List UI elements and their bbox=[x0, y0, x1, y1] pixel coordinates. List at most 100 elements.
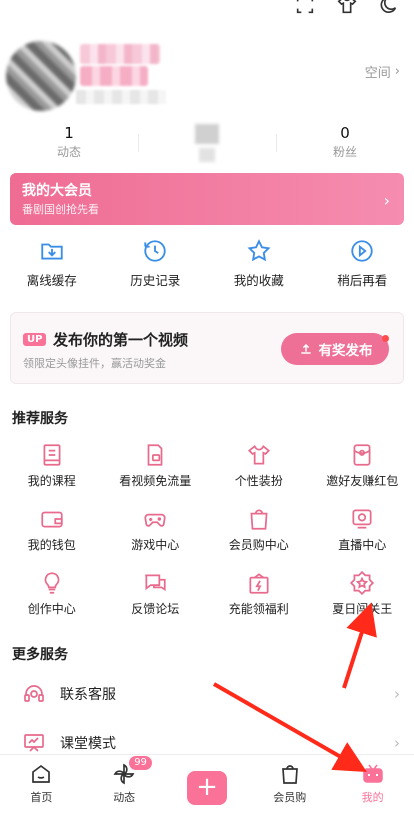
service-mall-center[interactable]: 会员购中心 bbox=[207, 502, 311, 566]
service-label: 个性装扮 bbox=[234, 474, 283, 488]
service-label: 我的课程 bbox=[27, 474, 76, 488]
stat-following[interactable] bbox=[138, 124, 276, 164]
stat-label: 动态 bbox=[56, 145, 81, 159]
quick-history[interactable]: 历史记录 bbox=[104, 238, 208, 294]
gamepad-icon bbox=[144, 513, 166, 527]
reward-publish-label: 有奖发布 bbox=[318, 343, 373, 359]
vip-tag-blurred bbox=[80, 66, 148, 86]
user-info-blurred bbox=[76, 90, 166, 104]
plus-icon[interactable]: + bbox=[186, 771, 227, 805]
service-label: 游戏中心 bbox=[131, 538, 180, 552]
service-creator-center[interactable]: 创作中心 bbox=[0, 566, 104, 630]
quick-label: 离线缓存 bbox=[26, 273, 77, 288]
tab-publish[interactable]: + bbox=[166, 755, 249, 818]
section-title-recommend: 推荐服务 bbox=[12, 411, 68, 427]
service-label: 邀好友赚红包 bbox=[326, 474, 399, 488]
avatar[interactable] bbox=[6, 41, 76, 111]
service-label: 我的钱包 bbox=[27, 538, 76, 552]
upload-icon bbox=[300, 343, 311, 354]
tab-mine[interactable]: 我的 bbox=[331, 755, 414, 818]
skin-shirt-icon[interactable] bbox=[336, 0, 358, 16]
service-live-center[interactable]: 直播中心 bbox=[311, 502, 414, 566]
recommend-grid: 我的课程 看视频免流量 个性装扮 邀好友赚红包 我的钱包 游戏中心 会员购中心 bbox=[0, 438, 414, 630]
reward-publish-button[interactable]: 有奖发布 bbox=[281, 333, 389, 365]
quick-actions: 离线缓存 历史记录 我的收藏 稍后再看 bbox=[0, 238, 414, 294]
service-summer-challenge[interactable]: 夏日闯关王 bbox=[311, 566, 414, 630]
tab-home[interactable]: 首页 bbox=[0, 755, 83, 818]
quick-label: 稍后再看 bbox=[337, 273, 388, 288]
chevron-right-icon: › bbox=[394, 64, 400, 79]
service-free-data[interactable]: 看视频免流量 bbox=[104, 438, 208, 502]
shopping-bag-icon bbox=[250, 509, 268, 530]
username-blurred bbox=[80, 44, 160, 64]
vip-title: 我的大会员 bbox=[22, 183, 92, 199]
more-label: 课堂模式 bbox=[60, 736, 116, 752]
chevron-right-icon: › bbox=[394, 734, 400, 752]
service-invite-friends[interactable]: 邀好友赚红包 bbox=[311, 438, 414, 502]
service-feedback[interactable]: 反馈论坛 bbox=[104, 566, 208, 630]
service-game-center[interactable]: 游戏中心 bbox=[104, 502, 208, 566]
service-label: 充能领福利 bbox=[228, 602, 289, 616]
chevron-right-icon: › bbox=[394, 685, 400, 703]
tab-label: 会员购 bbox=[273, 791, 307, 804]
vip-subtitle: 番剧国创抢先看 bbox=[22, 203, 99, 216]
tab-label: 首页 bbox=[30, 791, 53, 804]
service-wallet[interactable]: 我的钱包 bbox=[0, 502, 104, 566]
stats-row: 1 动态 0 粉丝 bbox=[0, 124, 414, 164]
live-tv-icon bbox=[352, 509, 372, 529]
quick-watch-later[interactable]: 稍后再看 bbox=[311, 238, 414, 294]
notification-badge: 99 bbox=[128, 755, 153, 771]
quick-label: 历史记录 bbox=[130, 273, 181, 288]
upload-subtitle: 领限定头像挂件，赢活动奖金 bbox=[23, 357, 166, 370]
tshirt-icon bbox=[247, 444, 270, 465]
stat-dynamics[interactable]: 1 动态 bbox=[0, 124, 138, 164]
scan-icon[interactable] bbox=[294, 0, 316, 16]
tab-mall[interactable]: 会员购 bbox=[248, 755, 331, 818]
bottom-tab-bar: 首页 99 动态 + 会员购 我的 bbox=[0, 754, 414, 818]
stat-label-blurred bbox=[199, 148, 215, 162]
chevron-right-icon: › bbox=[383, 191, 390, 210]
upload-title: 发布你的第一个视频 bbox=[53, 331, 189, 349]
lightbulb-icon bbox=[44, 572, 60, 594]
night-mode-icon[interactable] bbox=[378, 0, 400, 16]
vip-banner[interactable]: 我的大会员 番剧国创抢先看 › bbox=[10, 173, 404, 225]
stat-value: 1 bbox=[64, 124, 74, 142]
gift-bolt-icon bbox=[249, 573, 269, 594]
service-label: 创作中心 bbox=[27, 602, 76, 616]
up-tag: UP bbox=[23, 333, 47, 346]
service-my-course[interactable]: 我的课程 bbox=[0, 438, 104, 502]
profile-header[interactable]: 空间 › bbox=[0, 36, 414, 116]
stat-fans[interactable]: 0 粉丝 bbox=[276, 124, 414, 164]
quick-label: 我的收藏 bbox=[233, 273, 284, 288]
upload-promo-card[interactable]: UP 发布你的第一个视频 领限定头像挂件，赢活动奖金 有奖发布 bbox=[10, 312, 404, 384]
stat-value: 0 bbox=[340, 124, 350, 142]
tab-label: 动态 bbox=[113, 791, 136, 804]
service-label: 直播中心 bbox=[338, 538, 387, 552]
home-icon bbox=[32, 764, 51, 783]
service-dress-up[interactable]: 个性装扮 bbox=[207, 438, 311, 502]
quick-favorites[interactable]: 我的收藏 bbox=[207, 238, 311, 294]
shopping-bag-icon bbox=[281, 765, 298, 784]
star-icon bbox=[247, 239, 271, 262]
more-label: 联系客服 bbox=[60, 687, 116, 703]
section-title-more: 更多服务 bbox=[12, 647, 68, 663]
service-charge-welfare[interactable]: 充能领福利 bbox=[207, 566, 311, 630]
watch-later-icon bbox=[351, 240, 373, 262]
tab-dynamics[interactable]: 99 动态 bbox=[83, 755, 166, 818]
more-contact-support[interactable]: 联系客服 › bbox=[0, 672, 414, 716]
service-label: 会员购中心 bbox=[228, 538, 289, 552]
top-icons bbox=[294, 0, 400, 16]
stat-label: 粉丝 bbox=[332, 145, 357, 159]
tv-icon bbox=[362, 764, 383, 783]
download-folder-icon bbox=[41, 243, 63, 260]
stat-value-blurred bbox=[195, 124, 219, 144]
notification-dot bbox=[382, 335, 389, 342]
classroom-icon bbox=[24, 734, 44, 752]
history-clock-icon bbox=[144, 240, 166, 262]
tab-label: 我的 bbox=[361, 791, 384, 804]
space-link[interactable]: 空间 › bbox=[365, 62, 400, 81]
service-label: 夏日闯关王 bbox=[332, 602, 393, 616]
sim-card-icon bbox=[147, 444, 163, 466]
course-book-icon bbox=[43, 444, 61, 466]
quick-offline-cache[interactable]: 离线缓存 bbox=[0, 238, 104, 294]
